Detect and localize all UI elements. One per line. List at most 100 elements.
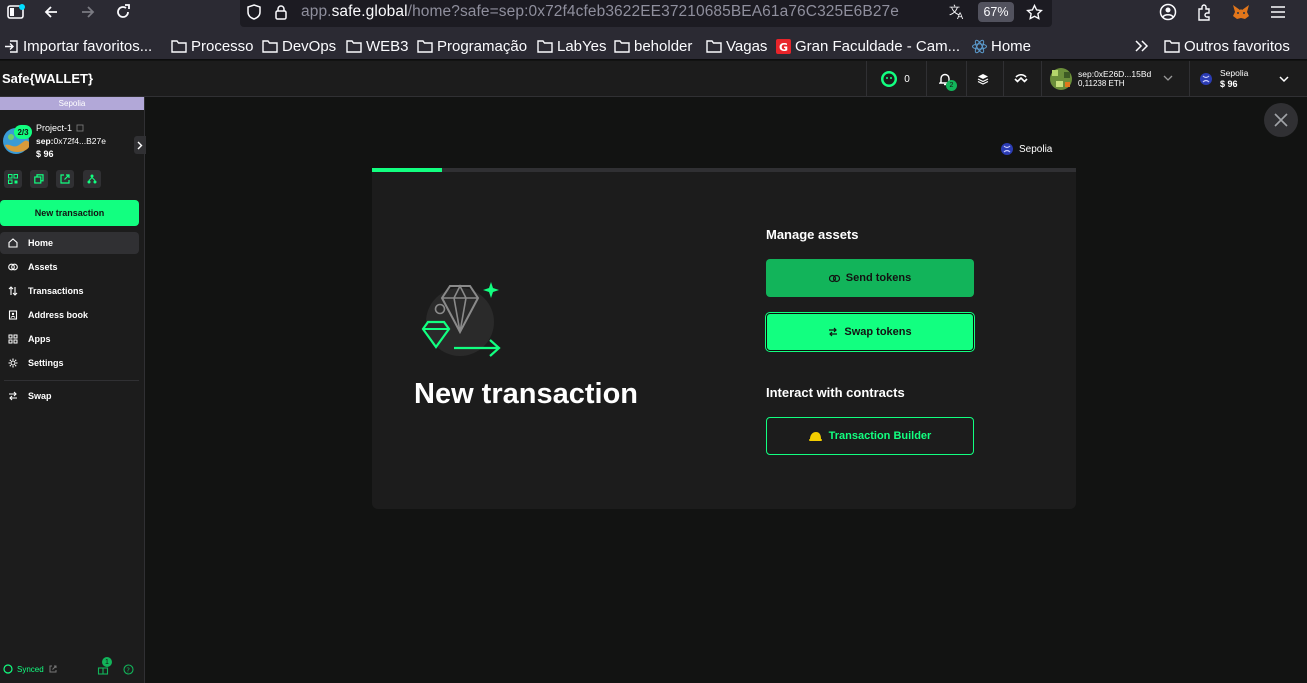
safe-address-prefix: sep: xyxy=(36,136,54,146)
bookmarks-overflow-chevron-icon[interactable] xyxy=(1134,36,1150,56)
forward-icon[interactable] xyxy=(74,0,102,24)
bookmark-folder-processo[interactable]: Processo xyxy=(171,36,254,56)
folder-icon xyxy=(171,39,187,53)
send-tokens-label: Send tokens xyxy=(845,272,912,284)
bookmark-folder-devops[interactable]: DevOps xyxy=(262,36,336,56)
svg-text:A: A xyxy=(957,12,964,21)
bookmark-star-icon[interactable] xyxy=(1026,4,1043,21)
close-modal-button[interactable] xyxy=(1264,103,1298,137)
sidebar-item-transactions[interactable]: Transactions xyxy=(0,280,139,302)
safe-list-toggle[interactable] xyxy=(134,136,146,154)
layers-icon xyxy=(977,73,989,85)
account-balance: 0,11238 ETH xyxy=(1078,79,1125,88)
modal-network-name: Sepolia xyxy=(1019,143,1053,155)
batch-button[interactable] xyxy=(974,69,992,89)
url-prefix: app. xyxy=(301,3,332,20)
tracking-shield-icon[interactable] xyxy=(246,4,262,20)
help-button[interactable]: ? xyxy=(123,664,134,675)
bookmark-folder-programacao[interactable]: Programação xyxy=(417,36,527,56)
safe-name-row: Project-1 xyxy=(36,123,84,133)
bookmarks-bar: Importar favoritos... Processo DevOps WE… xyxy=(0,32,1307,60)
url-text[interactable]: app.safe.global/home?safe=sep:0x72f4cfeb… xyxy=(301,3,899,21)
builder-hardhat-icon xyxy=(808,431,822,441)
header-divider xyxy=(1189,61,1190,97)
import-icon xyxy=(4,39,19,54)
bookmark-label: DevOps xyxy=(282,37,337,55)
folder-icon xyxy=(706,39,722,53)
safe-address[interactable]: sep:0x72f4...B27e xyxy=(36,136,106,146)
sidebar-item-apps[interactable]: Apps xyxy=(0,328,139,350)
reload-icon[interactable] xyxy=(109,0,137,24)
bookmark-folder-web3[interactable]: WEB3 xyxy=(346,36,409,56)
swap-tokens-button[interactable]: Swap tokens xyxy=(766,313,974,351)
modal-title: New transaction xyxy=(414,378,638,410)
copy-address-button[interactable] xyxy=(30,170,48,188)
sidebar-item-label: Address book xyxy=(28,310,89,320)
qr-code-button[interactable] xyxy=(4,170,22,188)
account-icon[interactable] xyxy=(1154,0,1182,24)
assets-icon xyxy=(8,262,18,272)
bookmark-folder-beholder[interactable]: beholder xyxy=(614,36,692,56)
chevron-down-icon xyxy=(1163,74,1173,82)
bookmark-gran-faculdade[interactable]: G Gran Faculdade - Cam... xyxy=(776,36,960,56)
synced-status[interactable]: Synced xyxy=(3,664,57,674)
gran-logo-icon: G xyxy=(776,38,791,54)
folder-icon xyxy=(1164,39,1180,53)
bookmark-import[interactable]: Importar favoritos... xyxy=(4,36,152,56)
translate-icon[interactable]: 文A xyxy=(948,3,966,21)
sidebar-item-label: Swap xyxy=(28,391,52,401)
url-field[interactable]: app.safe.global/home?safe=sep:0x72f4cfeb… xyxy=(240,0,1052,27)
sidebar-item-address-book[interactable]: Address book xyxy=(0,304,139,326)
sync-circle-icon xyxy=(3,664,13,674)
external-link-icon xyxy=(49,665,57,673)
transaction-builder-button[interactable]: Transaction Builder xyxy=(766,417,974,455)
header-divider xyxy=(1003,61,1004,97)
pending-globe-icon xyxy=(880,70,898,88)
pending-transactions-button[interactable]: 0 xyxy=(877,69,913,89)
sidebar-item-label: Assets xyxy=(28,262,58,272)
notifications-button[interactable]: 2 xyxy=(934,69,957,91)
header-divider xyxy=(1041,61,1042,97)
extensions-icon[interactable] xyxy=(1190,0,1218,24)
safe-address-value: 0x72f4...B27e xyxy=(53,136,106,146)
folder-icon xyxy=(537,39,553,53)
sidebar-item-settings[interactable]: Settings xyxy=(0,352,139,374)
header-divider xyxy=(966,61,967,97)
metamask-fox-icon[interactable] xyxy=(1227,0,1255,24)
header-divider xyxy=(866,61,867,97)
apps-icon xyxy=(8,334,18,344)
tree-view-button[interactable] xyxy=(83,170,101,188)
zoom-level-badge[interactable]: 67% xyxy=(978,2,1014,22)
help-icon: ? xyxy=(123,664,134,675)
bookmark-label: Outros favoritos xyxy=(1184,37,1290,55)
safe-wallet-logo[interactable]: Safe{WALLET} xyxy=(2,71,93,86)
walletconnect-button[interactable] xyxy=(1011,69,1031,89)
menu-icon[interactable] xyxy=(1264,0,1292,24)
bookmark-folder-labyes[interactable]: LabYes xyxy=(537,36,607,56)
open-explorer-button[interactable] xyxy=(56,170,74,188)
send-tokens-button[interactable]: Send tokens xyxy=(766,259,974,297)
bookmark-folder-vagas[interactable]: Vagas xyxy=(706,36,767,56)
svg-text:?: ? xyxy=(126,666,130,674)
lock-icon[interactable] xyxy=(274,4,288,20)
new-transaction-button[interactable]: New transaction xyxy=(0,200,139,226)
bookmark-label: WEB3 xyxy=(366,37,409,55)
sidebar-item-home[interactable]: Home xyxy=(0,232,139,254)
external-link-icon xyxy=(60,174,70,184)
transactions-icon xyxy=(8,286,18,296)
network-strip: Sepolia xyxy=(0,97,144,110)
sidebar-item-swap[interactable]: Swap xyxy=(0,385,139,407)
account-button[interactable]: sep:0xE26D...15Bd 0,11238 ETH xyxy=(1050,68,1180,90)
copy-small-icon[interactable] xyxy=(76,124,84,132)
sidebar-toggle-icon[interactable] xyxy=(2,0,30,24)
folder-icon xyxy=(614,39,630,53)
swap-tokens-label: Swap tokens xyxy=(844,326,912,338)
back-icon[interactable] xyxy=(37,0,65,24)
beamer-button[interactable]: 1 xyxy=(97,657,112,675)
sidebar-item-assets[interactable]: Assets xyxy=(0,256,139,278)
bookmark-folder-outros[interactable]: Outros favoritos xyxy=(1164,36,1290,56)
modal-network-chip: Sepolia xyxy=(1000,142,1052,156)
bookmark-label: Processo xyxy=(191,37,254,55)
bookmark-home[interactable]: Home xyxy=(972,36,1031,56)
network-selector[interactable]: Sepolia $ 96 xyxy=(1199,68,1299,89)
